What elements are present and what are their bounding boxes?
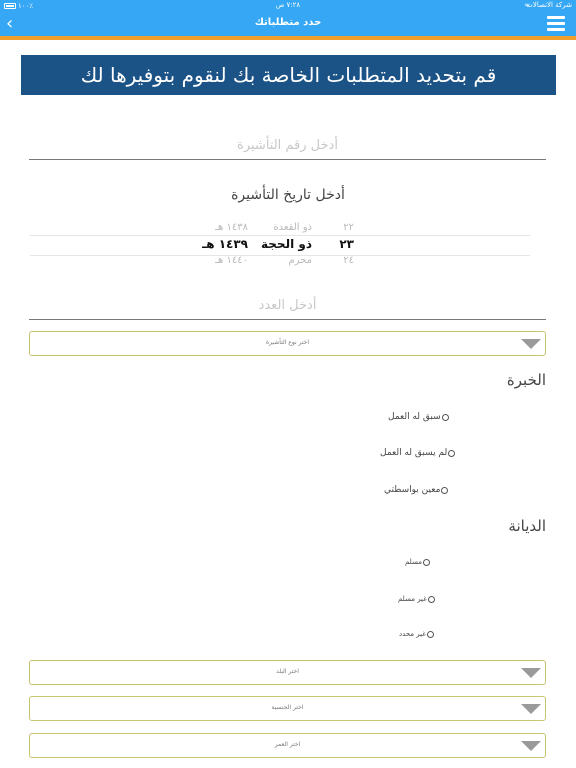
age-dropdown-label: اختر العمر (274, 741, 301, 748)
status-bar: ١٠٠٪ ٧:٢٨ ص ≈ شركة الاتصالات (0, 0, 576, 12)
nationality-dropdown[interactable]: اختر الجنسية (29, 696, 546, 721)
hamburger-menu-icon[interactable] (547, 16, 565, 32)
country-dropdown-label: اختر البلد (276, 668, 299, 675)
navigation-bar: ‹ حدد متطلباتك (0, 12, 576, 36)
triangle-down-icon (521, 668, 541, 678)
status-time: ٧:٢٨ ص (275, 1, 301, 9)
requirements-banner: قم بتحديد المتطلبات الخاصة بك لنقوم بتوف… (21, 55, 556, 95)
religion-option-muslim[interactable]: مسلم (405, 558, 430, 566)
experience-option-never-worked[interactable]: لم يسبق له العمل (380, 448, 456, 458)
picker-day: ٢٤ (343, 255, 354, 266)
religion-option-non-muslim[interactable]: غير مسلم (398, 595, 435, 603)
picker-year: ١٤٤٠ هـ (215, 255, 248, 266)
picker-day: ٢٢ (343, 222, 354, 233)
visa-type-dropdown[interactable]: اختر نوع التأشيرة (29, 331, 546, 356)
visa-number-placeholder: أدخل رقم التأشيرة (237, 138, 338, 153)
nationality-dropdown-label: اختر الجنسية (271, 704, 304, 711)
age-dropdown[interactable]: اختر العمر (29, 733, 546, 758)
religion-option-unspecified[interactable]: غير محدد (399, 630, 434, 638)
triangle-down-icon (521, 741, 541, 751)
experience-heading: الخبرة (506, 371, 546, 389)
triangle-down-icon (521, 339, 541, 349)
radio-circle-icon (427, 595, 435, 603)
picker-year: ١٤٣٨ هـ (215, 222, 248, 233)
picker-row-previous[interactable]: ٢٢ ذو القعدة ١٤٣٨ هـ (150, 222, 426, 238)
picker-month: محرم (288, 255, 312, 266)
visa-type-dropdown-label: اختر نوع التأشيرة (265, 339, 310, 346)
radio-label: مسلم (405, 558, 422, 566)
picker-year: ١٤٣٩ هـ (202, 237, 248, 251)
radio-label: غير محدد (399, 630, 426, 638)
radio-circle-icon (441, 413, 449, 421)
experience-option-worked-before[interactable]: سبق له العمل (388, 412, 449, 422)
picker-month: ذو الحجة (261, 237, 312, 251)
religion-heading: الديانة (508, 517, 546, 535)
radio-circle-icon (422, 558, 430, 566)
triangle-down-icon (521, 704, 541, 714)
visa-date-label: أدخل تاريخ التأشيرة (231, 187, 345, 203)
picker-row-selected[interactable]: ٢٣ ذو الحجة ١٤٣٩ هـ (150, 237, 426, 253)
radio-circle-icon (448, 449, 456, 457)
radio-circle-icon (441, 486, 449, 494)
experience-option-appointed-by-me[interactable]: معين بواسطتي (384, 485, 449, 495)
page-title: حدد متطلباتك (254, 17, 322, 28)
count-field[interactable]: أدخل العدد (29, 298, 546, 320)
radio-label: معين بواسطتي (384, 485, 441, 495)
accent-strip (0, 36, 576, 40)
radio-circle-icon (426, 630, 434, 638)
radio-label: لم يسبق له العمل (380, 448, 448, 458)
visa-number-field[interactable]: أدخل رقم التأشيرة (29, 138, 546, 160)
radio-label: غير مسلم (398, 595, 427, 603)
picker-day: ٢٣ (339, 237, 354, 251)
radio-label: سبق له العمل (388, 412, 441, 422)
picker-month: ذو القعدة (273, 222, 312, 233)
picker-row-next[interactable]: ٢٤ محرم ١٤٤٠ هـ (150, 255, 426, 271)
country-dropdown[interactable]: اختر البلد (29, 660, 546, 685)
hijri-date-picker[interactable]: ٢٢ ذو القعدة ١٤٣٨ هـ ٢٣ ذو الحجة ١٤٣٩ هـ… (150, 213, 426, 273)
carrier-name: شركة الاتصالات (526, 1, 572, 9)
count-placeholder: أدخل العدد (258, 298, 317, 313)
